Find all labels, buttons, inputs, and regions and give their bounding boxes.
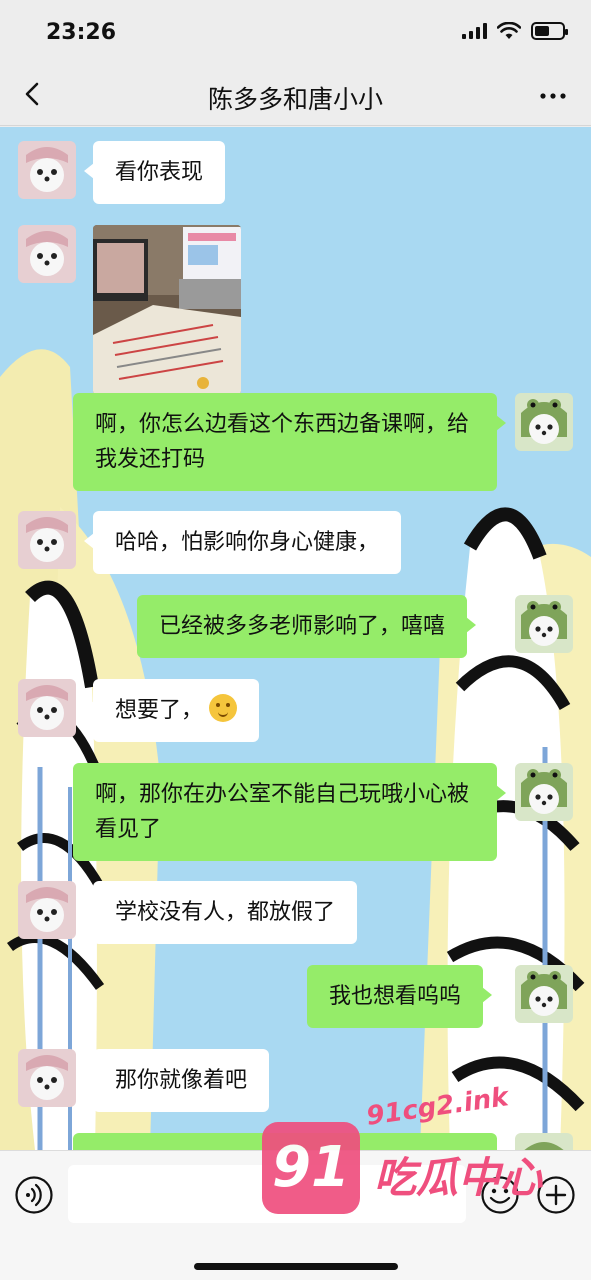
message-bubble-incoming[interactable]: 那你就像着吧 <box>83 1049 270 1112</box>
input-bar <box>0 1150 591 1280</box>
chat-title: 陈多多和唐小小 <box>207 85 383 114</box>
message-bubble-incoming[interactable]: 看你表现 <box>83 141 226 204</box>
status-icons <box>462 22 568 40</box>
message-text: 啊，你怎么边看这个东西边备课啊，给我发还打码 <box>95 412 470 472</box>
more-icon[interactable] <box>537 80 569 112</box>
voice-icon[interactable] <box>14 1175 54 1215</box>
message-bubble-outgoing[interactable]: 啊，那你在办公室不能自己玩哦小心被看见了 <box>73 763 506 861</box>
thinking-face-icon <box>209 694 238 722</box>
contact-avatar[interactable] <box>18 511 76 569</box>
message-text: 哈哈，怕影响你身心健康， <box>115 530 380 555</box>
message-text: 我也想看呜呜 <box>329 984 462 1009</box>
message-text: 已经被多多老师影响了，嘻嘻 <box>159 614 446 639</box>
status-time: 23:26 <box>46 20 117 45</box>
signal-icon <box>462 23 487 39</box>
chat-header: 陈多多和唐小小 <box>0 64 591 126</box>
message-text: 看你表现 <box>115 160 204 185</box>
plus-icon[interactable] <box>536 1175 576 1215</box>
contact-avatar[interactable] <box>18 679 76 737</box>
contact-avatar[interactable] <box>18 225 76 283</box>
message-input[interactable] <box>68 1165 466 1223</box>
battery-icon <box>531 22 568 40</box>
message-bubble-incoming[interactable]: 哈哈，怕影响你身心健康， <box>83 511 402 574</box>
my-avatar[interactable] <box>515 965 573 1023</box>
message-bubble-outgoing[interactable]: 我也想看呜呜 <box>307 965 493 1028</box>
home-indicator <box>194 1263 398 1270</box>
my-avatar[interactable] <box>515 393 573 451</box>
image-message[interactable] <box>93 225 241 395</box>
emoji-icon[interactable] <box>480 1175 520 1215</box>
my-avatar[interactable] <box>515 1133 573 1150</box>
message-bubble-outgoing[interactable]: 已经被多多老师影响了，嘻嘻 <box>137 595 477 658</box>
message-bubble-outgoing-partial[interactable] <box>73 1133 497 1150</box>
my-avatar[interactable] <box>515 763 573 821</box>
message-text: 学校没有人，都放假了 <box>115 900 336 925</box>
contact-avatar[interactable] <box>18 1049 76 1107</box>
wifi-icon <box>497 22 521 39</box>
my-avatar[interactable] <box>515 595 573 653</box>
contact-avatar[interactable] <box>18 881 76 939</box>
message-bubble-incoming[interactable]: 学校没有人，都放假了 <box>83 881 358 944</box>
contact-avatar[interactable] <box>18 141 76 199</box>
chat-area[interactable]: 看你表现 啊，你怎么边看这个东西边备课啊，给我发还打码 哈哈，怕影响你身心健康，… <box>0 127 591 1150</box>
message-text: 啊，那你在办公室不能自己玩哦小心被看见了 <box>95 782 470 842</box>
message-bubble-incoming[interactable]: 想要了， <box>83 679 260 742</box>
message-bubble-outgoing[interactable]: 啊，你怎么边看这个东西边备课啊，给我发还打码 <box>73 393 506 491</box>
status-bar: 23:26 <box>0 0 591 64</box>
message-text: 那你就像着吧 <box>115 1068 248 1093</box>
message-text: 想要了， <box>115 698 204 723</box>
